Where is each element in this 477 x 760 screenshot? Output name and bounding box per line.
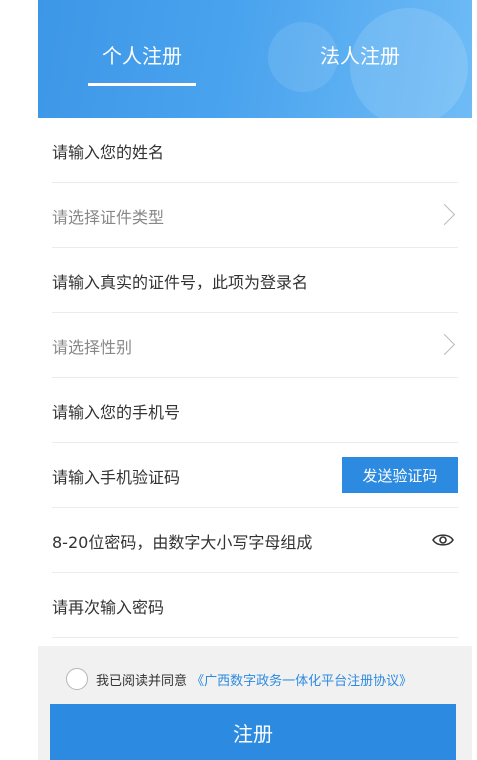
tab-legal-register[interactable]: 法人注册 [300,40,420,90]
agreement-link[interactable]: 《广西数字政务一体化平台注册协议》 [191,674,412,689]
gender-placeholder: 请选择性别 [52,338,133,357]
password-placeholder: 8-20位密码，由数字大小写字母组成 [52,533,313,552]
phone-placeholder: 请输入您的手机号 [52,403,181,422]
left-margin [0,0,38,760]
name-field[interactable]: 请输入您的姓名 [52,118,458,183]
agreement-section: 我已阅读并同意 《广西数字政务一体化平台注册协议》 注册 [38,646,472,760]
name-placeholder: 请输入您的姓名 [52,143,165,162]
sms-code-placeholder: 请输入手机验证码 [52,468,181,487]
register-button[interactable]: 注册 [50,704,456,760]
agreement-prefix: 我已阅读并同意 [96,674,188,689]
tab-header: 个人注册 法人注册 [38,0,472,118]
send-code-button[interactable]: 发送验证码 [342,457,458,493]
password-confirm-field[interactable]: 请再次输入密码 [52,573,458,638]
tab-legal-label: 法人注册 [320,44,400,68]
id-number-field[interactable]: 请输入真实的证件号，此项为登录名 [52,248,458,313]
password-confirm-placeholder: 请再次输入密码 [52,598,165,617]
id-number-placeholder: 请输入真实的证件号，此项为登录名 [52,273,309,292]
tab-personal-register[interactable]: 个人注册 [82,40,202,90]
registration-form: 请输入您的姓名 请选择证件类型 请输入真实的证件号，此项为登录名 请选择性别 请… [38,118,472,638]
registration-page: 个人注册 法人注册 请输入您的姓名 请选择证件类型 请输入真实的证件号，此项为登… [38,0,472,760]
agreement-text: 我已阅读并同意 《广西数字政务一体化平台注册协议》 [96,670,412,689]
password-field[interactable]: 8-20位密码，由数字大小写字母组成 [52,508,458,573]
right-margin [472,0,477,760]
tab-active-indicator [88,83,196,86]
tab-personal-label: 个人注册 [102,44,182,68]
id-type-select[interactable]: 请选择证件类型 [52,183,458,248]
eye-icon[interactable] [432,532,454,548]
phone-field[interactable]: 请输入您的手机号 [52,378,458,443]
sms-code-field[interactable]: 请输入手机验证码 发送验证码 [52,443,458,508]
radio-circle-icon[interactable] [66,668,88,690]
gender-select[interactable]: 请选择性别 [52,313,458,378]
id-type-placeholder: 请选择证件类型 [52,208,165,227]
screen: 个人注册 法人注册 请输入您的姓名 请选择证件类型 请输入真实的证件号，此项为登… [0,0,477,760]
chevron-right-icon[interactable] [433,333,456,356]
chevron-right-icon[interactable] [433,203,456,226]
